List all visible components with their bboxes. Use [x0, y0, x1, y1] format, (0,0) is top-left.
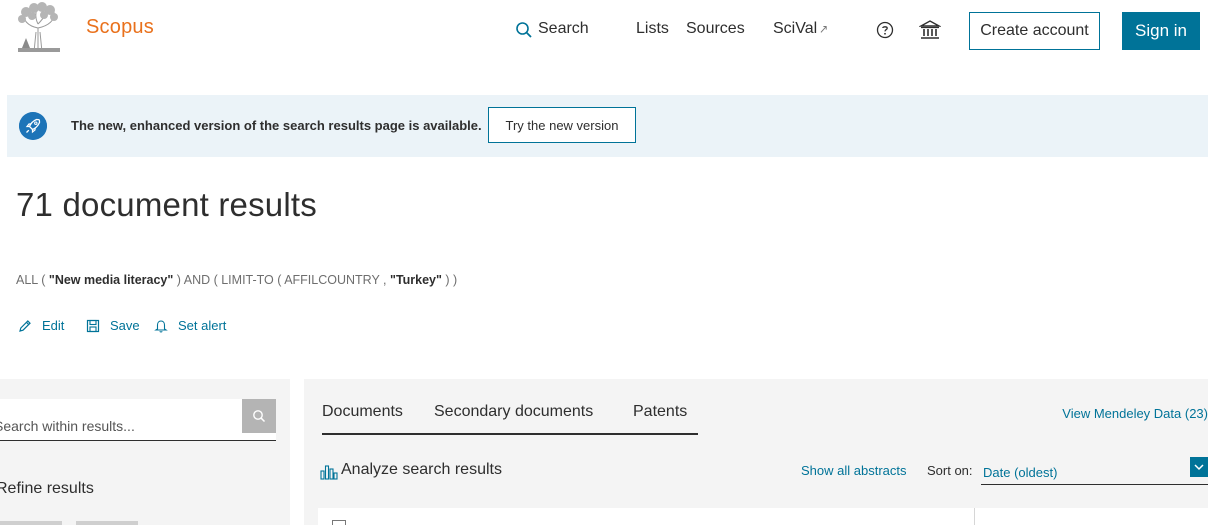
external-link-icon: ↗ [819, 22, 829, 36]
sort-value: Date (oldest) [983, 465, 1058, 480]
try-new-version-button[interactable]: Try the new version [488, 107, 636, 143]
tab-documents[interactable]: Documents [322, 403, 403, 421]
show-all-abstracts-link[interactable]: Show all abstracts [801, 463, 907, 478]
search-query: ALL ( "New media literacy" ) AND ( LIMIT… [16, 273, 457, 287]
save-label: Save [110, 318, 140, 333]
select-all-checkbox[interactable] [332, 520, 346, 525]
nav-sources[interactable]: Sources [686, 20, 745, 38]
query-part: ALL ( [16, 273, 49, 287]
results-panel: Documents Secondary documents Patents Vi… [304, 379, 1208, 525]
sort-label: Sort on: [927, 463, 973, 478]
query-part: ) ) [441, 273, 458, 287]
search-icon [516, 22, 532, 38]
elsevier-logo-icon[interactable] [14, 2, 64, 54]
pencil-icon [19, 320, 31, 332]
chevron-down-icon [1190, 457, 1208, 477]
search-within-box [0, 399, 276, 441]
query-country: "Turkey" [390, 273, 442, 287]
search-within-input[interactable] [0, 399, 236, 440]
tab-underline [322, 433, 698, 435]
nav-scival[interactable]: SciVal ↗ [773, 20, 828, 38]
search-icon [253, 410, 266, 423]
brand-name[interactable]: Scopus [86, 16, 154, 39]
view-mendeley-data-link[interactable]: View Mendeley Data (23) [1062, 406, 1208, 421]
nav-scival-label: SciVal [773, 20, 818, 37]
nav-search-label: Search [538, 20, 589, 37]
refine-sidebar: Refine results [0, 379, 290, 525]
set-alert-button[interactable]: Set alert [154, 318, 226, 333]
top-header: Scopus Search Lists Sources SciVal ↗ Crea… [0, 0, 1208, 64]
limit-to-button[interactable] [0, 521, 62, 525]
refine-results-heading: Refine results [0, 480, 94, 497]
page-title: 71 document results [16, 186, 317, 223]
analyze-label: Analyze search results [341, 461, 502, 478]
sign-in-button[interactable]: Sign in [1122, 12, 1200, 50]
edit-label: Edit [42, 318, 65, 333]
sort-select[interactable]: Date (oldest) [981, 457, 1208, 485]
analyze-results-link[interactable]: Analyze search results [320, 461, 502, 480]
exclude-button[interactable] [76, 521, 138, 525]
rocket-icon [19, 112, 47, 140]
help-circle-icon[interactable] [876, 21, 894, 39]
floppy-icon [86, 319, 100, 333]
query-term: "New media literacy" [48, 273, 174, 287]
bar-chart-icon [320, 465, 338, 480]
query-part: ) AND ( LIMIT-TO ( AFFILCOUNTRY , [173, 273, 391, 287]
new-version-banner: The new, enhanced version of the search … [7, 95, 1208, 157]
nav-lists[interactable]: Lists [636, 20, 669, 38]
institution-icon[interactable] [919, 19, 941, 41]
tab-secondary-documents[interactable]: Secondary documents [434, 403, 593, 421]
edit-search-button[interactable]: Edit [18, 318, 64, 333]
tab-patents[interactable]: Patents [633, 403, 687, 421]
column-divider [974, 508, 975, 525]
save-search-button[interactable]: Save [86, 318, 140, 333]
results-list-header [318, 508, 1208, 525]
nav-search[interactable]: Search [515, 20, 589, 38]
search-within-button[interactable] [242, 399, 276, 433]
bell-icon [154, 320, 168, 333]
banner-message: The new, enhanced version of the search … [71, 118, 482, 133]
set-alert-label: Set alert [178, 318, 227, 333]
create-account-button[interactable]: Create account [969, 12, 1100, 50]
